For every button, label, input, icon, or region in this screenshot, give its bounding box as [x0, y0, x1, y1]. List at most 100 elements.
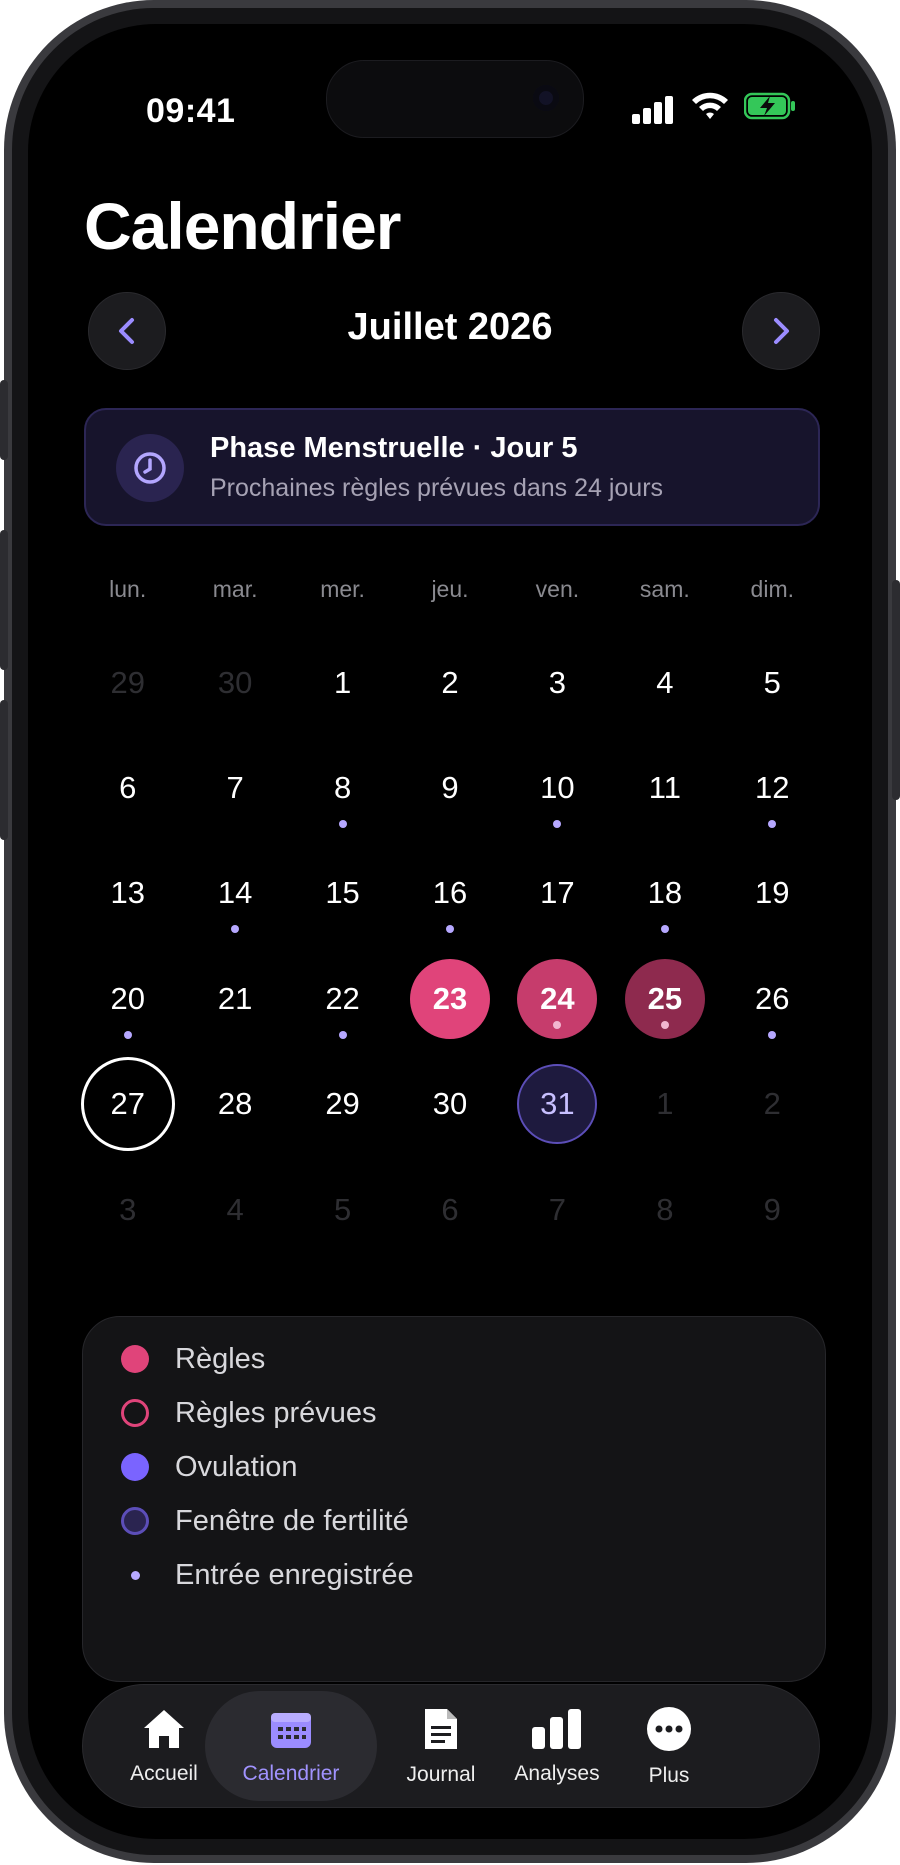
- calendar-day[interactable]: 21: [181, 946, 288, 1051]
- weekday-header: lun. mar. mer. jeu. ven. sam. dim.: [74, 576, 826, 616]
- calendar-day-number: 9: [441, 770, 459, 806]
- battery-charging-icon: [744, 92, 795, 120]
- calendar-day[interactable]: 19: [719, 841, 826, 946]
- calendar-day[interactable]: 29: [289, 1052, 396, 1157]
- phase-card[interactable]: Phase Menstruelle · Jour 5 Prochaines rè…: [84, 408, 820, 526]
- tab-bar: Accueil Calendrier Journal Analyses Plus: [82, 1684, 820, 1808]
- calendar-day-number: 20: [110, 980, 145, 1016]
- calendar-day[interactable]: 3: [504, 630, 611, 735]
- bar-chart-icon: [529, 1707, 585, 1756]
- calendar-day-number: 23: [409, 958, 490, 1039]
- calendar-day[interactable]: 3: [74, 1157, 181, 1262]
- legend-swatch: [121, 1345, 149, 1373]
- calendar-day[interactable]: 13: [74, 841, 181, 946]
- calendar-day[interactable]: 8: [611, 1157, 718, 1262]
- entry-dot: [768, 1030, 777, 1039]
- tab-accueil[interactable]: Accueil: [117, 1685, 211, 1807]
- calendar-day[interactable]: 31: [504, 1052, 611, 1157]
- legend-swatch: [121, 1453, 149, 1481]
- calendar-day[interactable]: 5: [719, 630, 826, 735]
- calendar-day-number: 7: [548, 1191, 567, 1227]
- next-month-button[interactable]: [742, 292, 820, 370]
- calendar-day[interactable]: 2: [719, 1052, 826, 1157]
- legend-item-predicted: Règles prévues: [121, 1393, 377, 1433]
- tab-plus[interactable]: Plus: [599, 1685, 739, 1807]
- calendar-day[interactable]: 4: [181, 1157, 288, 1262]
- weekday-label: jeu.: [431, 576, 469, 602]
- legend-card: Règles Règles prévues Ovulation Fenêtre de …: [82, 1316, 826, 1682]
- calendar-day-number: 22: [325, 980, 360, 1016]
- calendar-day-number: 19: [755, 875, 790, 911]
- tab-calendrier[interactable]: Calendrier: [205, 1691, 377, 1801]
- tab-label: Calendrier: [242, 1761, 340, 1785]
- calendar-day-number: 9: [763, 1191, 781, 1227]
- calendar-day[interactable]: 4: [611, 630, 718, 735]
- calendar-day[interactable]: 6: [396, 1157, 503, 1262]
- calendar-day-number: 4: [226, 1191, 244, 1227]
- legend-label: Règles prévues: [175, 1396, 377, 1429]
- weekday-label: lun.: [109, 576, 147, 602]
- calendar-day-number: 3: [119, 1191, 137, 1227]
- calendar-day[interactable]: 1: [289, 630, 396, 735]
- calendar-day-number: 31: [517, 1064, 598, 1145]
- calendar-day[interactable]: 11: [611, 735, 718, 840]
- calendar-day[interactable]: 15: [289, 841, 396, 946]
- calendar-day[interactable]: 7: [504, 1157, 611, 1262]
- calendar-day[interactable]: 14: [181, 841, 288, 946]
- calendar-day-number: 29: [325, 1086, 360, 1122]
- legend-item-ovulation: Ovulation: [121, 1447, 298, 1487]
- wifi-icon: [692, 92, 728, 119]
- calendar-day-number: 10: [540, 770, 575, 806]
- calendar-day[interactable]: 8: [289, 735, 396, 840]
- calendar-day[interactable]: 17: [504, 841, 611, 946]
- calendar-day[interactable]: 10: [504, 735, 611, 840]
- calendar-day[interactable]: 29: [74, 630, 181, 735]
- calendar-day[interactable]: 20: [74, 946, 181, 1051]
- calendar-day-number: 3: [548, 664, 567, 700]
- calendar-day-number: 7: [226, 770, 244, 806]
- calendar-day[interactable]: 6: [74, 735, 181, 840]
- cellular-signal-icon: [632, 94, 674, 124]
- legend-label: Règles: [175, 1342, 266, 1375]
- calendar-day[interactable]: 5: [289, 1157, 396, 1262]
- entry-dot: [660, 925, 669, 934]
- calendar-day-number: 17: [540, 875, 575, 911]
- tab-label: Plus: [648, 1763, 690, 1787]
- calendar-day[interactable]: 12: [719, 735, 826, 840]
- calendar-day[interactable]: 26: [719, 946, 826, 1051]
- calendar-day-number: 8: [656, 1191, 674, 1227]
- calendar-day[interactable]: 25: [611, 946, 718, 1051]
- calendar-day-number: 16: [432, 875, 468, 911]
- calendar-day[interactable]: 16: [396, 841, 503, 946]
- calendar-day[interactable]: 22: [289, 946, 396, 1051]
- legend-label: Ovulation: [175, 1450, 298, 1483]
- screen: 09:41 Calendrier Juillet 2026 Phase Mens…: [28, 24, 872, 1839]
- calendar-day[interactable]: 18: [611, 841, 718, 946]
- calendar-day-number: 11: [648, 770, 681, 806]
- calendar-day-number: 6: [441, 1191, 459, 1227]
- calendar-day[interactable]: 1: [611, 1052, 718, 1157]
- tab-label: Analyses: [514, 1761, 600, 1785]
- phase-subtitle: Prochaines règles prévues dans 24 jours: [210, 474, 664, 502]
- calendar-day[interactable]: 28: [181, 1052, 288, 1157]
- entry-dot: [123, 1030, 132, 1039]
- calendar-day[interactable]: 30: [396, 1052, 503, 1157]
- calendar-day[interactable]: 27: [74, 1052, 181, 1157]
- entry-dot: [660, 1020, 669, 1029]
- legend-item-fertile: Fenêtre de fertilité: [121, 1501, 409, 1541]
- calendar-day-number: 13: [110, 875, 145, 911]
- calendar-day[interactable]: 9: [719, 1157, 826, 1262]
- calendar-day[interactable]: 30: [181, 630, 288, 735]
- calendar-day[interactable]: 9: [396, 735, 503, 840]
- chevron-right-icon: [774, 318, 789, 344]
- calendar-day[interactable]: 23: [396, 946, 503, 1051]
- calendar-day[interactable]: 2: [396, 630, 503, 735]
- calendar-day-number: 30: [217, 664, 253, 700]
- tab-label: Journal: [406, 1762, 476, 1786]
- calendar-day[interactable]: 24: [504, 946, 611, 1051]
- volume-up-button: [0, 530, 8, 670]
- calendar-day[interactable]: 7: [181, 735, 288, 840]
- entry-dot: [338, 819, 347, 828]
- legend-swatch: [121, 1399, 149, 1427]
- tab-label: Accueil: [130, 1761, 198, 1785]
